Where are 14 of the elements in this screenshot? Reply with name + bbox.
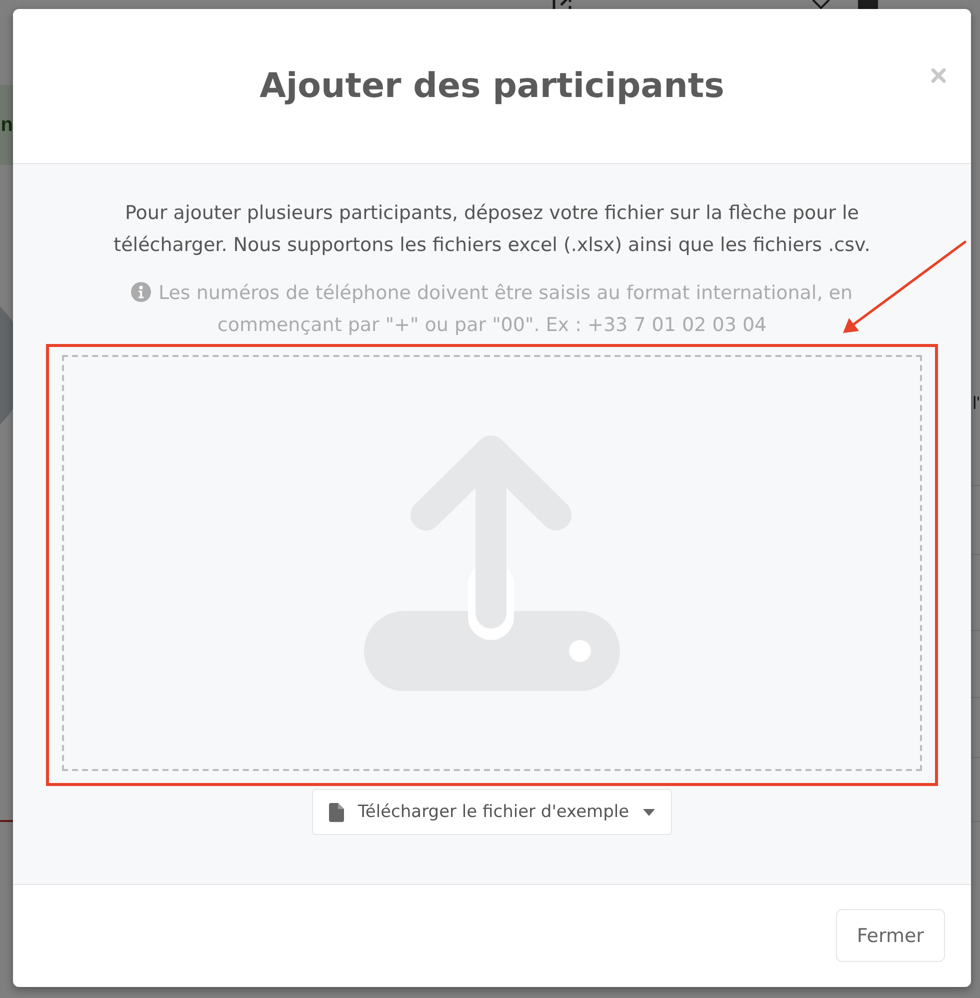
upload-icon — [364, 435, 620, 691]
file-icon — [328, 802, 344, 822]
close-icon — [930, 68, 946, 82]
phone-format-text: Les numéros de téléphone doivent être saisis au format international, en commençant par "+" ou par "00". Ex : +33 7 01 02 03 04 — [158, 282, 853, 336]
table-cell: l' — [972, 392, 980, 414]
caret-icon — [643, 808, 656, 816]
dialog-title: Ajouter des participants — [260, 66, 724, 106]
chevron-down-icon — [812, 0, 830, 10]
close-dialog-button[interactable]: Fermer — [836, 909, 945, 962]
alert-banner: n — [0, 85, 13, 165]
download-example-button[interactable]: Télécharger le fichier d'exemple — [312, 789, 672, 835]
close-button[interactable] — [929, 66, 947, 84]
info-icon — [131, 282, 152, 302]
instructions-text: Pour ajouter plusieurs participants, déposez votre fichier sur la flèche pour le télécharger. Nous supportons les fichiers excel (.xlsx) ainsi que les fichiers .csv. — [112, 201, 872, 258]
